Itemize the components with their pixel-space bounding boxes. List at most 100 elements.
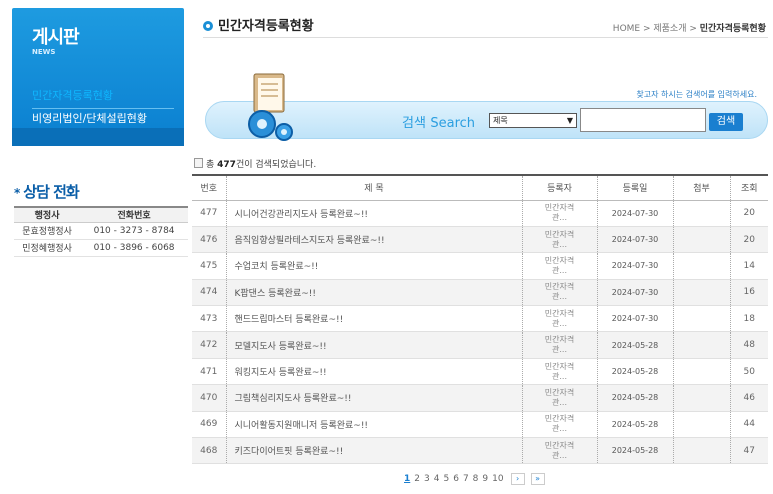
row-attachment [673, 252, 731, 280]
page-link[interactable]: 10 [491, 474, 504, 484]
row-author: 민간자격 관... [522, 331, 598, 359]
row-views: 50 [730, 358, 768, 386]
page-link[interactable]: 7 [462, 474, 470, 484]
star-icon: * [14, 186, 20, 200]
row-date: 2024-07-30 [597, 305, 674, 333]
col-header-num: 번호 [192, 174, 227, 201]
document-icon [194, 158, 203, 168]
table-row[interactable]: 473 핸드드립마스터 등록완료~!! 민간자격 관... 2024-07-30 18 [192, 305, 768, 333]
table-row[interactable]: 477 시니어건강관리지도사 등록완료~!! 민간자격 관... 2024-07-30 2… [192, 200, 768, 227]
table-row[interactable]: 469 시니어활동지원매니저 등록완료~!! 민간자격 관... 2024-05-28 4… [192, 411, 768, 439]
row-attachment [673, 305, 731, 333]
consult-row: 민정혜행정사 010 - 3896 - 6068 [14, 239, 188, 257]
row-views: 46 [730, 384, 768, 412]
page-link[interactable]: 3 [423, 474, 431, 484]
row-title-link[interactable]: K팝댄스 등록완료~!! [226, 279, 523, 307]
row-number: 468 [192, 437, 227, 465]
row-number: 476 [192, 226, 227, 254]
row-author: 민간자격 관... [522, 226, 598, 254]
header-divider [203, 37, 768, 38]
row-author: 민간자격 관... [522, 279, 598, 307]
row-number: 472 [192, 331, 227, 359]
row-views: 20 [730, 226, 768, 254]
page-link[interactable]: 1 [403, 474, 411, 484]
search-input[interactable] [580, 108, 706, 132]
row-number: 471 [192, 358, 227, 386]
row-author: 민간자격 관... [522, 358, 598, 386]
row-attachment [673, 279, 731, 307]
table-row[interactable]: 475 수업코치 등록완료~!! 민간자격 관... 2024-07-30 14 [192, 252, 768, 280]
circle-bullet-icon [203, 21, 213, 31]
result-count: 총 477건이 검색되었습니다. [194, 157, 316, 170]
col-header-attach: 첨부 [673, 174, 731, 201]
search-hint: 찾고자 하시는 검색어를 입력하세요. [636, 90, 757, 99]
row-date: 2024-05-28 [597, 358, 674, 386]
pagination: 1 2 3 4 5 6 7 8 9 10 › » [403, 473, 545, 485]
row-number: 477 [192, 200, 227, 227]
row-author: 민간자격 관... [522, 305, 598, 333]
col-header-title: 제 목 [226, 174, 523, 201]
page-link[interactable]: 9 [481, 474, 489, 484]
sidebar-panel: 게시판 NEWS 민간자격등록현황 비영리법인/단체설립현황 [12, 8, 184, 146]
row-number: 470 [192, 384, 227, 412]
page-link[interactable]: 8 [472, 474, 480, 484]
row-title-link[interactable]: 워킹지도사 등록완료~!! [226, 358, 523, 386]
row-title-link[interactable]: 키즈다이어트핏 등록완료~!! [226, 437, 523, 465]
breadcrumb: HOME > 제품소개 > 민간자격등록현황 [612, 24, 766, 34]
row-attachment [673, 384, 731, 412]
row-title-link[interactable]: 그림책심리지도사 등록완료~!! [226, 384, 523, 412]
col-header-date: 등록일 [597, 174, 674, 201]
page-link[interactable]: 2 [413, 474, 421, 484]
row-date: 2024-07-30 [597, 200, 674, 227]
table-row[interactable]: 470 그림책심리지도사 등록완료~!! 민간자격 관... 2024-05-28 46 [192, 384, 768, 412]
row-author: 민간자격 관... [522, 200, 598, 227]
book-gear-icon [248, 73, 293, 141]
row-number: 475 [192, 252, 227, 280]
search-field-select[interactable]: 제목 ▼ [489, 113, 577, 128]
chevron-down-icon: ▼ [566, 116, 573, 125]
row-attachment [673, 411, 731, 439]
sidebar-item-private-cert[interactable]: 민간자격등록현황 [32, 86, 174, 109]
row-views: 16 [730, 279, 768, 307]
table-row[interactable]: 468 키즈다이어트핏 등록완료~!! 민간자격 관... 2024-05-28 47 [192, 437, 768, 465]
search-label: 검색 Search [402, 116, 476, 131]
row-attachment [673, 331, 731, 359]
row-title-link[interactable]: 핸드드립마스터 등록완료~!! [226, 305, 523, 333]
row-author: 민간자격 관... [522, 384, 598, 412]
row-number: 473 [192, 305, 227, 333]
last-page-icon[interactable]: » [530, 473, 545, 485]
row-views: 47 [730, 437, 768, 465]
row-date: 2024-05-28 [597, 437, 674, 465]
row-title-link[interactable]: 음직임향상필라테스지도자 등록완료~!! [226, 226, 523, 254]
page-link[interactable]: 6 [452, 474, 460, 484]
row-views: 48 [730, 331, 768, 359]
table-row[interactable]: 472 모델지도사 등록완료~!! 민간자격 관... 2024-05-28 48 [192, 331, 768, 359]
table-row[interactable]: 471 워킹지도사 등록완료~!! 민간자격 관... 2024-05-28 50 [192, 358, 768, 386]
consult-header-phone: 전화번호 [80, 206, 188, 223]
consult-header-name: 행정사 [14, 206, 81, 223]
board-table: 번호 제 목 등록자 등록일 첨부 조회 477 시니어건강관리지도사 등록완료~… [192, 174, 768, 465]
row-date: 2024-07-30 [597, 226, 674, 254]
col-header-views: 조회 [730, 174, 768, 201]
row-attachment [673, 200, 731, 227]
row-number: 469 [192, 411, 227, 439]
row-date: 2024-07-30 [597, 279, 674, 307]
row-title-link[interactable]: 시니어건강관리지도사 등록완료~!! [226, 200, 523, 227]
table-row[interactable]: 476 음직임향상필라테스지도자 등록완료~!! 민간자격 관... 2024-07-3… [192, 226, 768, 254]
row-title-link[interactable]: 시니어활동지원매니저 등록완료~!! [226, 411, 523, 439]
row-title-link[interactable]: 모델지도사 등록완료~!! [226, 331, 523, 359]
row-date: 2024-05-28 [597, 384, 674, 412]
search-button[interactable]: 검색 [709, 113, 743, 131]
page-title: 민간자격등록현황 [203, 15, 314, 34]
row-author: 민간자격 관... [522, 411, 598, 439]
table-row[interactable]: 474 K팝댄스 등록완료~!! 민간자격 관... 2024-07-30 16 [192, 279, 768, 307]
row-attachment [673, 437, 731, 465]
next-page-icon[interactable]: › [510, 473, 525, 485]
row-views: 44 [730, 411, 768, 439]
page-link[interactable]: 5 [442, 474, 450, 484]
row-title-link[interactable]: 수업코치 등록완료~!! [226, 252, 523, 280]
page-link[interactable]: 4 [433, 474, 441, 484]
row-date: 2024-07-30 [597, 252, 674, 280]
sidebar-title: 게시판 [32, 27, 80, 48]
consult-row: 문효정행정사 010 - 3273 - 8784 [14, 222, 188, 240]
